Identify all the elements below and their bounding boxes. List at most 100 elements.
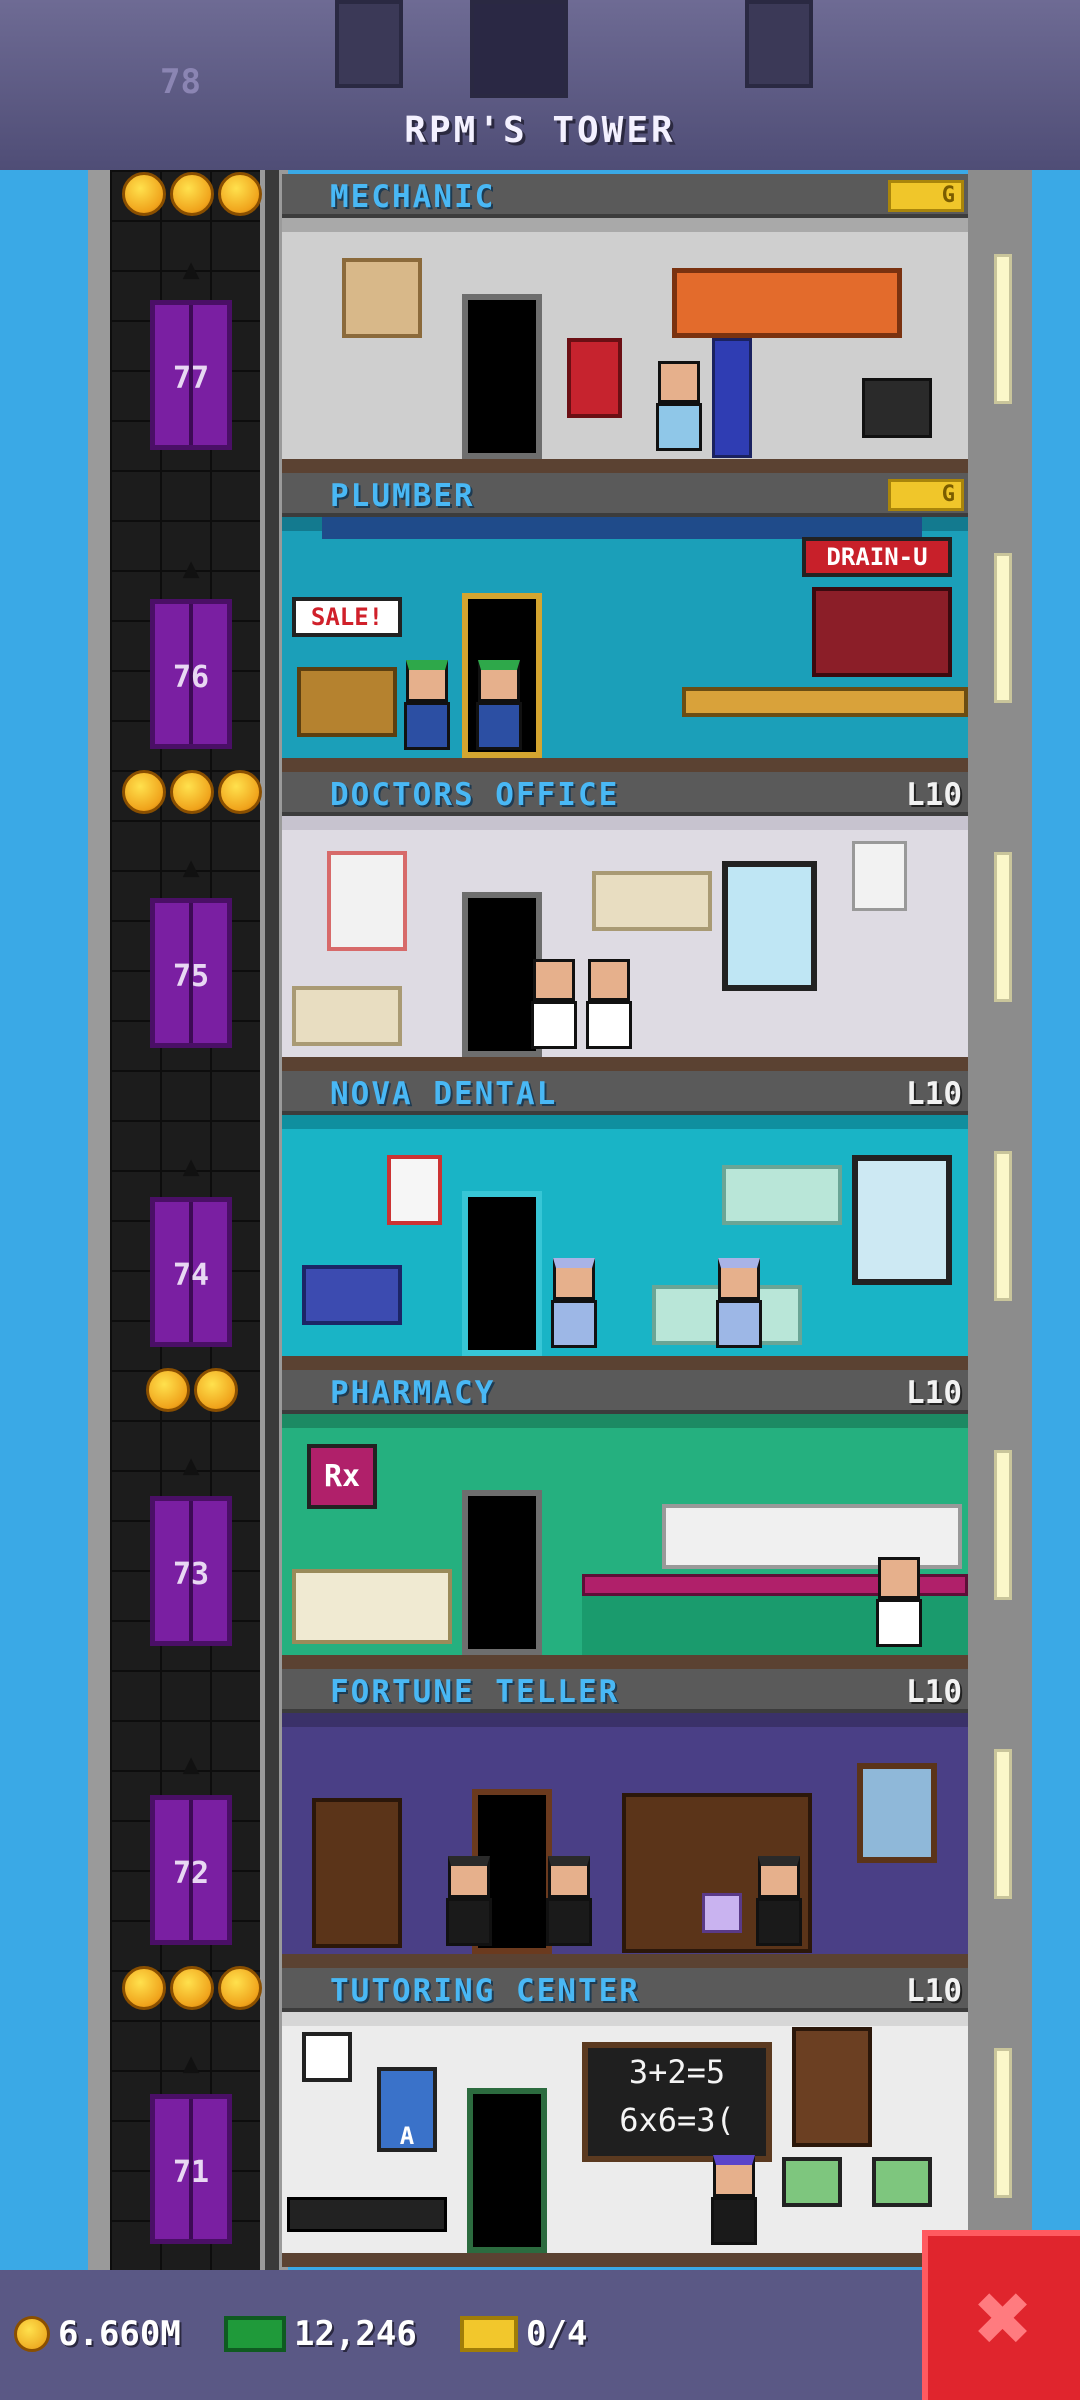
coins-stat: 6.660M: [14, 2314, 181, 2354]
floor-base: [282, 1954, 968, 1968]
bux-stat: 12,246: [224, 2314, 417, 2354]
bux-icon: [224, 2316, 286, 2352]
shelves-left: [292, 1569, 452, 1644]
star-coin-icon: [122, 1966, 166, 2010]
tenant[interactable]: [582, 959, 636, 1049]
floor-base: [282, 1356, 968, 1370]
floor-number: 77: [172, 361, 210, 396]
window: [722, 861, 817, 991]
floor-number: 71: [172, 2155, 210, 2190]
floor-room[interactable]: [282, 218, 968, 459]
tenant-body: [531, 1001, 577, 1049]
tenant-body: [876, 1599, 922, 1647]
chalkboard-line: 6x6=3(: [619, 2101, 735, 2139]
floor-label-bar: DOCTORS OFFICE L10: [282, 772, 968, 816]
close-button[interactable]: ✖: [922, 2230, 1080, 2400]
elevator-car[interactable]: 76: [150, 599, 232, 749]
tenant-body: [656, 403, 702, 451]
cabinet: [592, 871, 712, 931]
tenant-head: [718, 1258, 760, 1300]
floor-71[interactable]: TUTORING CENTER L10 A 3+2=5 6x6=3(: [282, 1968, 968, 2267]
tenant-head: [448, 1856, 490, 1898]
tickets-stat: 0/4: [460, 2314, 587, 2354]
counter: [682, 687, 968, 717]
tenant[interactable]: [872, 1557, 926, 1647]
tower-header: 78 RPM'S TOWER: [0, 0, 1080, 170]
bat-decoration-icon: ▲: [182, 1747, 200, 1780]
floor-room[interactable]: A 3+2=5 6x6=3(: [282, 2012, 968, 2253]
floor-label-bar: NOVA DENTAL L10: [282, 1071, 968, 1115]
tenant[interactable]: [442, 1856, 496, 1946]
tenant[interactable]: [400, 660, 454, 750]
bat-decoration-icon: ▲: [182, 1448, 200, 1481]
computer: [872, 2157, 932, 2207]
tooth-poster: [387, 1155, 442, 1225]
floor-room[interactable]: SALE! DRAIN-U: [282, 517, 968, 758]
floor-room[interactable]: [282, 816, 968, 1057]
floor-room[interactable]: [282, 1713, 968, 1954]
tower-side-window: [994, 1151, 1012, 1301]
elevator-car[interactable]: 71: [150, 2094, 232, 2244]
floor-76[interactable]: PLUMBER G SALE! DRAIN-U: [282, 473, 968, 772]
sale-sign: SALE!: [292, 597, 402, 637]
star-coin-icon: [170, 770, 214, 814]
tower-side-window: [994, 2048, 1012, 2198]
tenant[interactable]: [707, 2155, 761, 2245]
car-lift: [712, 338, 752, 458]
star-rating: [146, 1368, 238, 1412]
wall-trim: [282, 1414, 968, 1428]
tenant[interactable]: [652, 361, 706, 451]
tenant-head: [533, 959, 575, 1001]
tenant-head: [588, 959, 630, 1001]
door-decoration: [470, 0, 568, 98]
close-x-icon: ✖: [975, 2262, 1033, 2374]
floor-75[interactable]: DOCTORS OFFICE L10: [282, 772, 968, 1071]
wall-clock: [302, 2032, 352, 2082]
floor-base: [282, 758, 968, 772]
tenant-head: [478, 660, 520, 702]
tenant[interactable]: [712, 1258, 766, 1348]
elevator-rail: [265, 170, 279, 2270]
tenant-head: [548, 1856, 590, 1898]
star-coin-icon: [218, 172, 262, 216]
floor-room[interactable]: Rx: [282, 1414, 968, 1655]
floor-74[interactable]: NOVA DENTAL L10: [282, 1071, 968, 1370]
floor-72[interactable]: FORTUNE TELLER L10: [282, 1669, 968, 1968]
computer: [782, 2157, 842, 2207]
tenant[interactable]: [542, 1856, 596, 1946]
floor-name: PHARMACY: [330, 1375, 496, 1411]
bat-decoration-icon: ▲: [182, 850, 200, 883]
chalkboard-line: 3+2=5: [628, 2053, 726, 2091]
bat-decoration-icon: ▲: [182, 2046, 200, 2079]
bookshelf: [312, 1798, 402, 1948]
cabinet: [722, 1165, 842, 1225]
elevator-car[interactable]: 77: [150, 300, 232, 450]
tenant[interactable]: [527, 959, 581, 1049]
crates: [297, 667, 397, 737]
tenant[interactable]: [472, 660, 526, 750]
tenant-body: [711, 2197, 757, 2245]
floor-room[interactable]: [282, 1115, 968, 1356]
partial-floor-number: 78: [160, 62, 201, 102]
tower-side-window: [994, 254, 1012, 404]
elevator-car[interactable]: 73: [150, 1496, 232, 1646]
tower-side-window: [994, 1749, 1012, 1899]
elevator-car[interactable]: 72: [150, 1795, 232, 1945]
tenant[interactable]: [547, 1258, 601, 1348]
elevator-car[interactable]: 75: [150, 898, 232, 1048]
elevator-car[interactable]: 74: [150, 1197, 232, 1347]
star-coin-icon: [122, 172, 166, 216]
room-door: [467, 2088, 547, 2253]
floor-number: 76: [172, 660, 210, 695]
floor-base: [282, 2253, 968, 2267]
floor-base: [282, 1057, 968, 1071]
star-rating: [122, 172, 262, 216]
tenant[interactable]: [752, 1856, 806, 1946]
star-rating: [122, 770, 262, 814]
floor-73[interactable]: PHARMACY L10 Rx: [282, 1370, 968, 1669]
tenant-body: [404, 702, 450, 750]
orange-car: [672, 268, 902, 338]
tower-title: RPM'S TOWER: [404, 110, 676, 151]
floor-77[interactable]: MECHANIC G: [282, 174, 968, 473]
star-coin-icon: [146, 1368, 190, 1412]
